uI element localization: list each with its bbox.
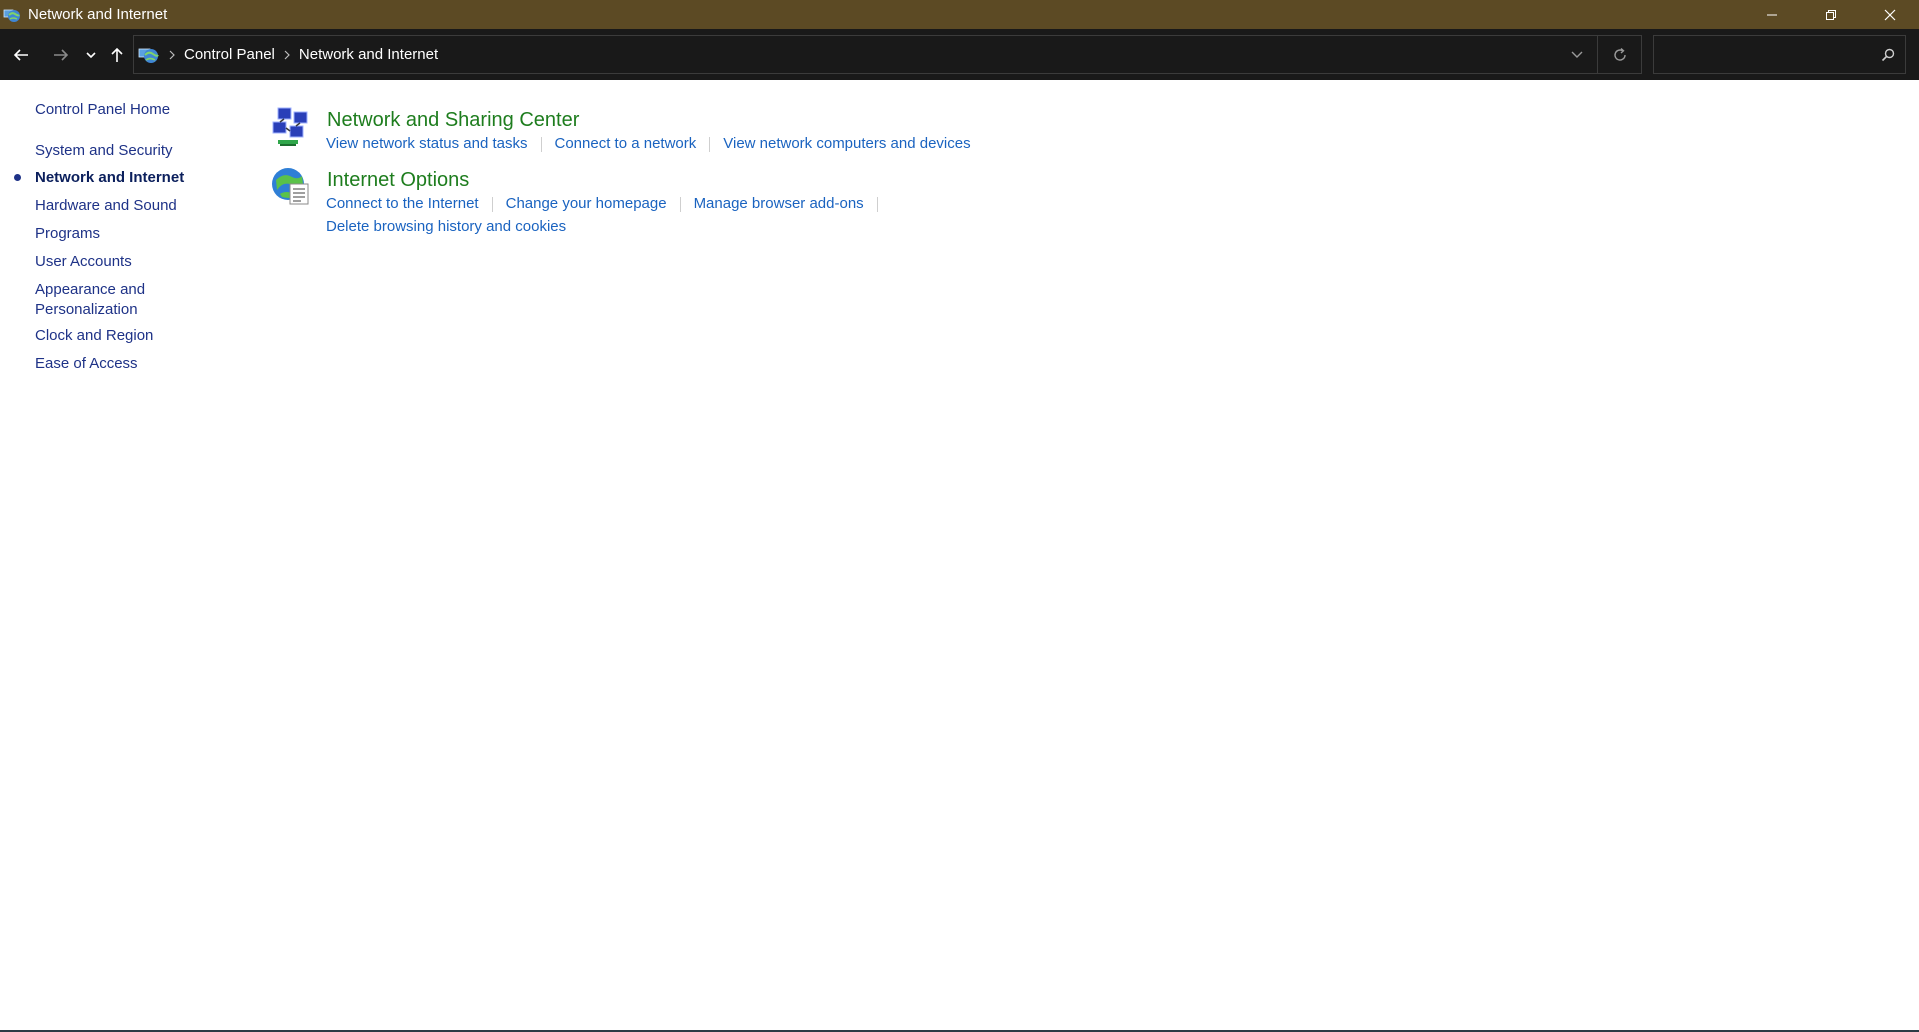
task-connect-to-internet[interactable]: Connect to the Internet <box>326 194 479 214</box>
recent-locations-button[interactable] <box>80 29 102 80</box>
network-globe-icon <box>3 6 21 24</box>
refresh-icon <box>1613 47 1626 61</box>
up-button[interactable] <box>102 29 132 80</box>
internet-options-link[interactable]: Internet Options <box>327 168 469 192</box>
sidebar-item-control-panel-home[interactable]: Control Panel Home <box>35 100 170 120</box>
sidebar-item-label: Personalization <box>35 301 138 318</box>
sidebar-item-hardware-and-sound[interactable]: Hardware and Sound <box>35 196 177 216</box>
sidebar-item-system-and-security[interactable]: System and Security <box>35 141 173 161</box>
navigation-bar: Control Panel Network and Internet <box>0 29 1919 80</box>
breadcrumb-control-panel[interactable]: Control Panel <box>184 46 275 63</box>
internet-options-icon[interactable] <box>270 166 312 208</box>
search-input[interactable] <box>1654 36 1871 73</box>
refresh-button[interactable] <box>1597 36 1641 73</box>
forward-button[interactable] <box>42 29 80 80</box>
address-dropdown-button[interactable] <box>1557 36 1597 73</box>
sidebar-item-network-and-internet: Network and Internet <box>35 169 185 186</box>
close-button[interactable] <box>1860 0 1919 29</box>
task-divider <box>709 136 711 152</box>
sidebar-item-clock-and-region[interactable]: Clock and Region <box>35 326 153 346</box>
task-divider <box>679 196 681 212</box>
restore-button[interactable] <box>1801 0 1860 29</box>
sidebar-item-ease-of-access[interactable]: Ease of Access <box>35 354 138 374</box>
title-bar: Network and Internet <box>0 0 1919 29</box>
network-globe-icon <box>138 44 160 66</box>
task-divider <box>540 136 542 152</box>
sidebar-item-appearance-and-personalization[interactable]: Appearance and Personalization <box>35 280 145 320</box>
sidebar-item-user-accounts[interactable]: User Accounts <box>35 252 132 272</box>
task-divider <box>491 196 493 212</box>
current-page-bullet <box>14 174 21 181</box>
window-title: Network and Internet <box>28 6 168 23</box>
network-sharing-icon[interactable] <box>270 106 312 148</box>
back-button[interactable] <box>0 29 42 80</box>
breadcrumb-separator-icon[interactable] <box>169 50 175 60</box>
chevron-down-icon <box>86 51 96 58</box>
task-view-network-computers[interactable]: View network computers and devices <box>723 134 970 154</box>
breadcrumb-separator-icon[interactable] <box>284 50 290 60</box>
arrow-up-icon <box>111 47 123 62</box>
address-bar[interactable]: Control Panel Network and Internet <box>133 35 1642 74</box>
arrow-left-icon <box>13 48 28 61</box>
sidebar-item-label: Appearance and <box>35 281 146 298</box>
internet-options-tasks: Connect to the Internet Change your home… <box>326 194 891 214</box>
search-box[interactable] <box>1653 35 1906 74</box>
search-icon[interactable] <box>1871 48 1905 62</box>
minimize-icon <box>1766 14 1777 15</box>
internet-options-tasks-row-2: Delete browsing history and cookies <box>326 217 566 237</box>
task-divider <box>876 196 878 212</box>
restore-icon <box>1825 9 1836 20</box>
task-delete-browsing-history[interactable]: Delete browsing history and cookies <box>326 217 566 237</box>
arrow-right-icon <box>54 48 69 61</box>
network-and-sharing-center-tasks: View network status and tasks Connect to… <box>326 134 971 154</box>
sidebar-item-programs[interactable]: Programs <box>35 224 100 244</box>
task-connect-to-network[interactable]: Connect to a network <box>555 134 697 154</box>
breadcrumb-network-and-internet[interactable]: Network and Internet <box>299 46 438 63</box>
task-view-network-status[interactable]: View network status and tasks <box>326 134 528 154</box>
task-change-homepage[interactable]: Change your homepage <box>506 194 667 214</box>
minimize-button[interactable] <box>1742 0 1801 29</box>
close-icon <box>1884 9 1895 20</box>
task-manage-browser-add-ons[interactable]: Manage browser add-ons <box>694 194 864 214</box>
network-and-sharing-center-link[interactable]: Network and Sharing Center <box>327 108 579 132</box>
chevron-down-icon <box>1571 51 1583 58</box>
